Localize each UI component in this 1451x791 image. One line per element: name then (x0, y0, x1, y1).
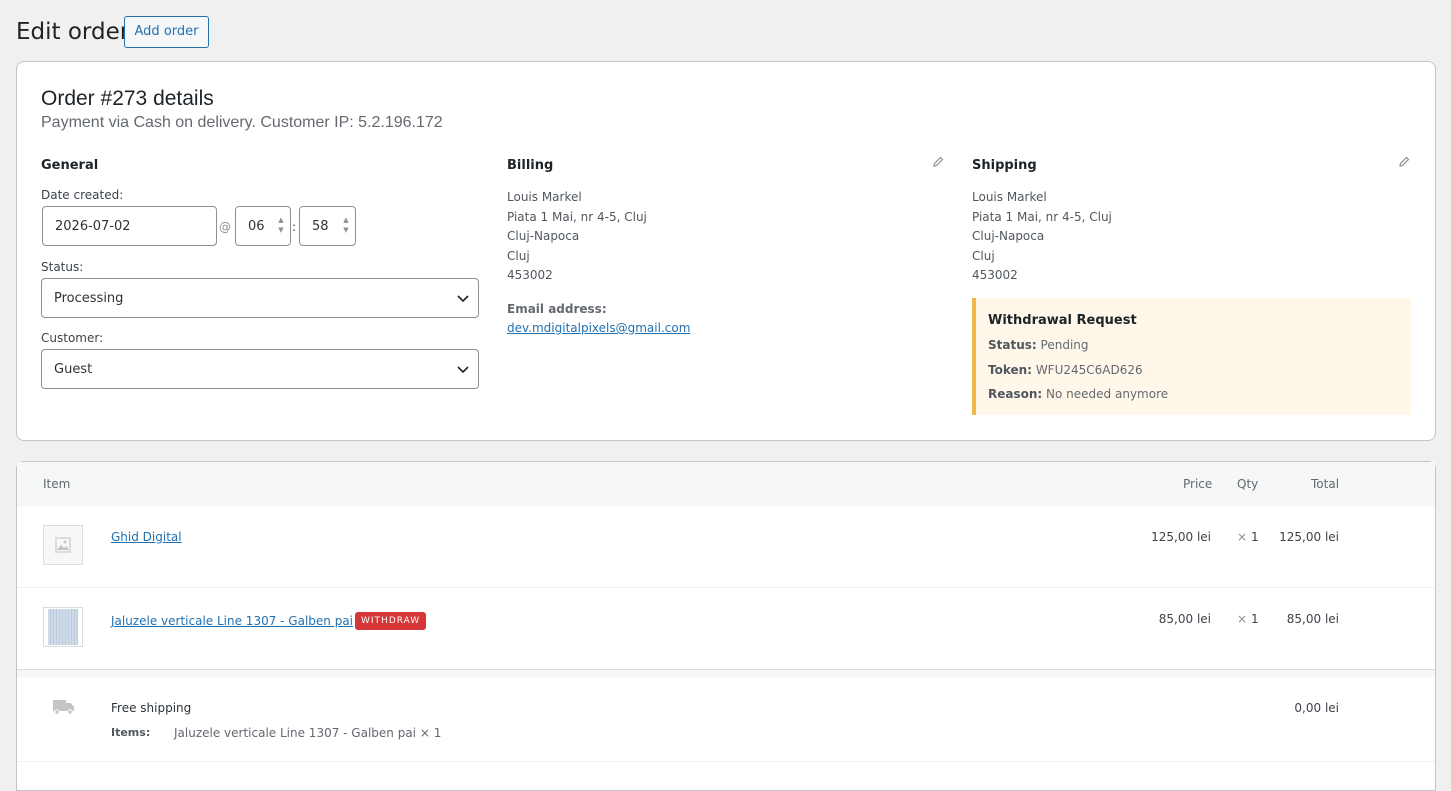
item-qty: 1 (1251, 530, 1259, 544)
item-price: 125,00 lei (1151, 530, 1211, 544)
customer-select[interactable]: Guest (41, 349, 479, 389)
shipping-items-label: Items: (111, 726, 151, 739)
column-header-qty[interactable]: Qty (1237, 462, 1258, 506)
withdrawal-status-label: Status: (988, 338, 1037, 352)
item-name-link[interactable]: Jaluzele verticale Line 1307 - Galben pa… (111, 613, 353, 629)
column-header-total[interactable]: Total (1311, 462, 1339, 506)
shipping-line: Cluj (972, 248, 995, 263)
shipping-line: Piata 1 Mai, nr 4-5, Cluj (972, 209, 1112, 224)
chevron-down-icon (457, 295, 469, 303)
item-price: 85,00 lei (1158, 612, 1211, 626)
status-select[interactable]: Processing (41, 278, 479, 318)
add-order-button[interactable]: Add order (124, 16, 209, 48)
withdraw-badge: WITHDRAW (355, 612, 427, 630)
customer-value[interactable]: Guest (41, 349, 479, 389)
at-sign: @ (219, 220, 231, 234)
shipping-total: 0,00 lei (1294, 701, 1339, 715)
time-colon: : (292, 220, 297, 234)
hour-input[interactable]: 06 ▲ ▼ (235, 206, 291, 246)
billing-email-link[interactable]: dev.mdigitalpixels@gmail.com (507, 320, 690, 336)
pencil-icon[interactable] (1398, 156, 1410, 168)
item-total: 125,00 lei (1279, 530, 1339, 544)
shipping-items-value: Jaluzele verticale Line 1307 - Galben pa… (174, 726, 442, 740)
billing-address: Louis Markel Piata 1 Mai, nr 4-5, Cluj C… (507, 188, 647, 286)
status-value[interactable]: Processing (41, 278, 479, 318)
minute-input[interactable]: 58 ▲ ▼ (299, 206, 356, 246)
item-qty: 1 (1251, 612, 1259, 626)
shipping-section-gap (17, 670, 1435, 678)
billing-title: Billing (507, 158, 554, 173)
items-table-header (17, 462, 1435, 506)
date-created-input[interactable]: 2026-07-02 (42, 206, 217, 246)
column-header-price[interactable]: Price (1183, 462, 1212, 506)
general-title: General (41, 158, 99, 173)
product-thumbnail (43, 525, 83, 565)
withdrawal-status: Status: Pending (988, 337, 1089, 353)
customer-label: Customer: (41, 331, 104, 345)
order-heading: Order #273 details (41, 87, 214, 110)
shipping-line: 453002 (972, 268, 1018, 282)
blinds-image-icon (48, 609, 78, 645)
pencil-icon[interactable] (932, 156, 944, 168)
withdrawal-reason-value: No needed anymore (1046, 387, 1169, 401)
status-label: Status: (41, 260, 84, 274)
withdrawal-reason-label: Reason: (988, 387, 1043, 401)
date-created-label: Date created: (41, 188, 124, 202)
truck-icon (53, 700, 74, 715)
withdrawal-token-value: WFU245C6AD626 (1035, 363, 1143, 377)
chevron-down-icon (457, 366, 469, 374)
qty-times: × (1237, 530, 1248, 544)
image-placeholder-icon (55, 537, 71, 553)
shipping-title: Shipping (972, 158, 1037, 173)
item-name-link[interactable]: Ghid Digital (111, 529, 182, 545)
withdrawal-token: Token: WFU245C6AD626 (988, 362, 1143, 378)
email-label: Email address: (507, 302, 607, 316)
page-title: Edit order (16, 19, 130, 45)
qty-times: × (1237, 612, 1248, 626)
row-divider (17, 761, 1435, 762)
shipping-address: Louis Markel Piata 1 Mai, nr 4-5, Cluj C… (972, 188, 1112, 286)
minute-stepper[interactable]: ▲ ▼ (340, 215, 352, 235)
row-divider (17, 587, 1435, 588)
billing-line: Cluj (507, 248, 530, 263)
withdrawal-token-label: Token: (988, 363, 1032, 377)
product-thumbnail (43, 607, 83, 647)
billing-line: Louis Markel (507, 190, 582, 204)
withdrawal-reason: Reason: No needed anymore (988, 386, 1168, 402)
withdrawal-status-value: Pending (1040, 338, 1089, 352)
column-header-item[interactable]: Item (43, 462, 70, 506)
billing-line: Piata 1 Mai, nr 4-5, Cluj (507, 209, 647, 224)
billing-line: 453002 (507, 268, 553, 282)
item-total: 85,00 lei (1286, 612, 1339, 626)
shipping-line: Louis Markel (972, 190, 1047, 204)
shipping-method-name: Free shipping (111, 701, 192, 715)
order-meta: Payment via Cash on delivery. Customer I… (41, 114, 443, 131)
shipping-line: Cluj-Napoca (972, 229, 1045, 243)
hour-stepper[interactable]: ▲ ▼ (275, 215, 287, 235)
billing-line: Cluj-Napoca (507, 229, 580, 243)
withdrawal-title: Withdrawal Request (988, 313, 1137, 328)
